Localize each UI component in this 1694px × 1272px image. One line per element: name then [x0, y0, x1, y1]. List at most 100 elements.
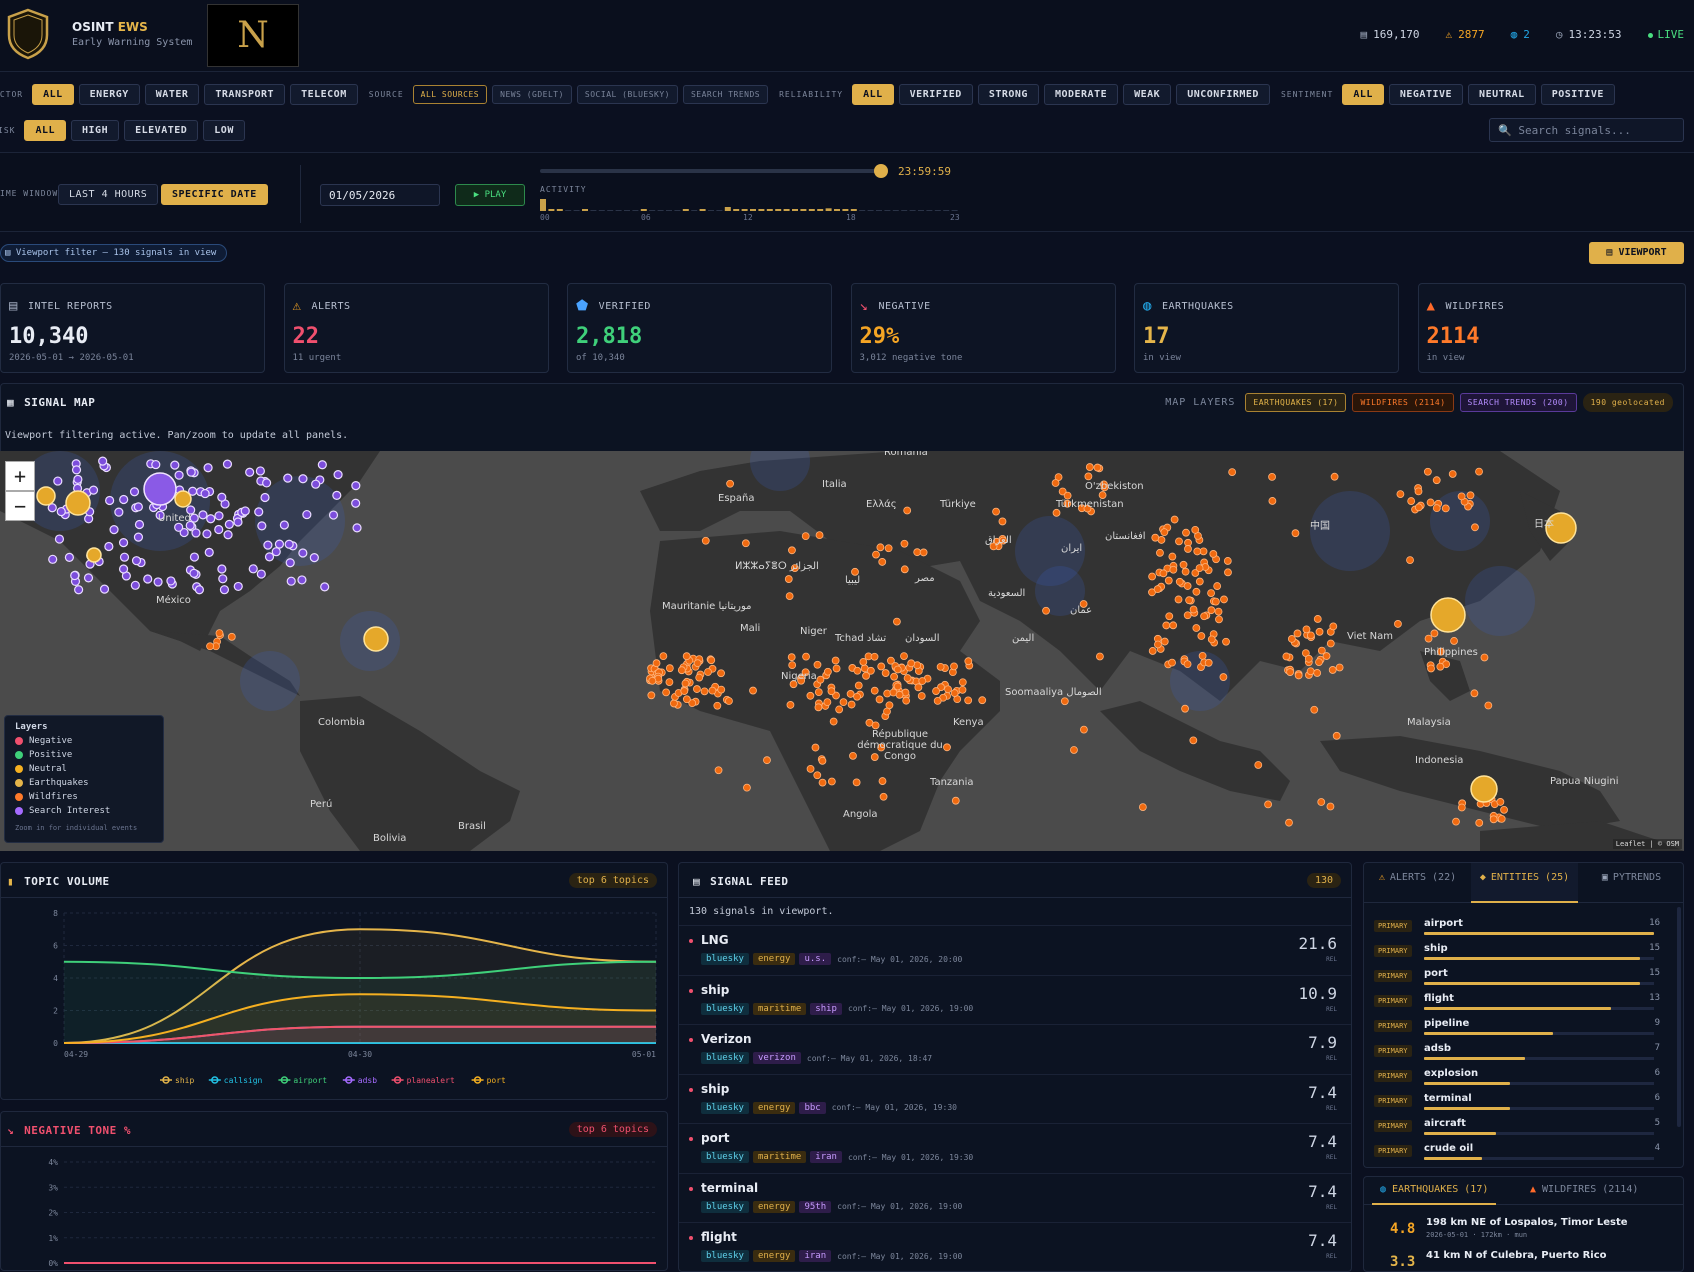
- feed-tag[interactable]: verizon: [752, 1052, 801, 1064]
- feed-tag[interactable]: energy: [752, 1250, 796, 1262]
- search-interest-marker: [200, 488, 210, 499]
- sentiment-positive-filter[interactable]: POSITIVE: [1540, 84, 1615, 105]
- side-tab-entities[interactable]: ◆ ENTITIES (25): [1471, 863, 1578, 903]
- feed-tag[interactable]: maritime: [752, 1151, 807, 1163]
- event-tab-earthquakes[interactable]: ◍ EARTHQUAKES (17): [1372, 1177, 1497, 1205]
- reliability-weak-filter[interactable]: WEAK: [1123, 84, 1172, 105]
- source-news-gdelt-filter[interactable]: NEWS (GDELT): [492, 85, 572, 104]
- side-tab-pytrends[interactable]: ▣ PYTRENDS: [1578, 863, 1683, 903]
- specific-date-button[interactable]: SPECIFIC DATE: [161, 184, 268, 205]
- sentiment-all-filter[interactable]: ALL: [1342, 84, 1384, 105]
- wildfire-marker: [1470, 689, 1479, 698]
- earthquake-row[interactable]: 3.3 41 km N of Culebra, Puerto Rico: [1364, 1246, 1683, 1271]
- feed-tag[interactable]: maritime: [752, 1002, 807, 1015]
- chart-legend-item[interactable]: airport: [278, 1076, 327, 1085]
- search-interest-marker: [131, 556, 142, 566]
- risk-low-filter[interactable]: LOW: [203, 120, 245, 141]
- feed-tag[interactable]: bluesky: [701, 1101, 749, 1114]
- entity-row[interactable]: PRIMARY crude oil 4: [1374, 1141, 1660, 1166]
- feed-tag[interactable]: energy: [752, 1101, 796, 1114]
- sector-energy-filter[interactable]: ENERGY: [78, 84, 140, 105]
- zoom-out-button[interactable]: −: [5, 491, 35, 521]
- entity-row[interactable]: PRIMARY pipeline 9: [1374, 1016, 1660, 1041]
- feed-tag[interactable]: iran: [810, 1151, 842, 1163]
- layer-search-trends-toggle[interactable]: SEARCH TRENDS (200): [1459, 393, 1577, 412]
- chart-legend-item[interactable]: port: [471, 1076, 506, 1085]
- sentiment-neutral-filter[interactable]: NEUTRAL: [1468, 84, 1536, 105]
- layer-earthquakes-toggle[interactable]: EARTHQUAKES (17): [1245, 393, 1347, 412]
- entity-row[interactable]: PRIMARY explosion 6: [1374, 1066, 1660, 1091]
- feed-item[interactable]: ship bluesky energy bbc conf:— May 01, 2026,…: [679, 1073, 1351, 1124]
- sector-water-filter[interactable]: WATER: [144, 84, 200, 105]
- feed-tag[interactable]: bbc: [799, 1101, 826, 1114]
- entity-row[interactable]: PRIMARY adsb 7: [1374, 1041, 1660, 1066]
- map-attribution[interactable]: Leaflet | © OSM: [1612, 839, 1682, 849]
- feed-tag[interactable]: bluesky: [701, 1250, 749, 1262]
- entity-row[interactable]: PRIMARY airport 16: [1374, 916, 1660, 941]
- side-tab-alerts[interactable]: ⚠ ALERTS (22): [1364, 863, 1471, 903]
- feed-tag[interactable]: bluesky: [701, 1151, 749, 1163]
- sentiment-negative-filter[interactable]: NEGATIVE: [1388, 84, 1464, 105]
- feed-tag[interactable]: energy: [752, 953, 796, 965]
- date-input[interactable]: 01/05/2026: [320, 184, 440, 206]
- entity-row[interactable]: PRIMARY port 15: [1374, 966, 1660, 991]
- feed-tag[interactable]: bluesky: [701, 1002, 749, 1015]
- time-slider[interactable]: [540, 164, 888, 178]
- entity-row[interactable]: PRIMARY flight 13: [1374, 991, 1660, 1016]
- sector-all-filter[interactable]: ALL: [32, 84, 74, 105]
- layer-wildfires-toggle[interactable]: WILDFIRES (2114): [1352, 393, 1454, 412]
- reliability-verified-filter[interactable]: VERIFIED: [898, 84, 973, 105]
- feed-tag[interactable]: bluesky: [701, 1200, 749, 1213]
- event-tab-wildfires[interactable]: ▲ WILDFIRES (2114): [1522, 1177, 1646, 1205]
- feed-item[interactable]: LNG bluesky energy u.s. conf:— May 01, 2026,…: [679, 925, 1351, 975]
- risk-all-filter[interactable]: ALL: [24, 120, 67, 141]
- feed-tag[interactable]: bluesky: [701, 953, 749, 965]
- zoom-in-button[interactable]: +: [5, 461, 35, 491]
- chart-legend-item[interactable]: ship: [160, 1076, 194, 1085]
- source-all-sources-filter[interactable]: ALL SOURCES: [412, 85, 488, 104]
- reliability-all-filter[interactable]: ALL: [852, 84, 894, 105]
- clock-icon: ◷: [1555, 28, 1563, 41]
- feed-item[interactable]: port bluesky maritime iran conf:— May 01, 20…: [679, 1123, 1351, 1173]
- last-4-hours-button[interactable]: LAST 4 HOURS: [58, 184, 159, 205]
- feed-item[interactable]: flight bluesky energy iran conf:— May 01, 20…: [679, 1222, 1351, 1271]
- map-canvas[interactable]: Romania España Italia Ελλάς Türkiye Türkmenis…: [0, 451, 1684, 851]
- feed-tag[interactable]: bluesky: [701, 1052, 749, 1064]
- entity-row[interactable]: PRIMARY aircraft 5: [1374, 1116, 1660, 1141]
- risk-high-filter[interactable]: HIGH: [71, 120, 120, 141]
- time-slider-knob[interactable]: [874, 164, 888, 178]
- source-social-bluesky-filter[interactable]: SOCIAL (BLUESKY): [576, 85, 678, 104]
- feed-item[interactable]: ship bluesky maritime ship conf:— May 01, 20…: [679, 974, 1351, 1025]
- reliability-moderate-filter[interactable]: MODERATE: [1043, 84, 1119, 105]
- feed-item[interactable]: Verizon bluesky verizon conf:— May 01, 2026…: [679, 1024, 1351, 1074]
- reliability-strong-filter[interactable]: STRONG: [977, 84, 1039, 105]
- feed-item[interactable]: terminal bluesky energy 95th conf:— May 01, …: [679, 1172, 1351, 1223]
- reliability-unconfirmed-filter[interactable]: UNCONFIRMED: [1176, 84, 1270, 105]
- feed-tag[interactable]: u.s.: [799, 953, 832, 965]
- viewport-button[interactable]: ▤ VIEWPORT: [1589, 242, 1684, 264]
- play-button[interactable]: ▶ PLAY: [455, 184, 525, 206]
- entity-row[interactable]: PRIMARY ship 15: [1374, 941, 1660, 966]
- entity-row[interactable]: PRIMARY terminal 6: [1374, 1091, 1660, 1116]
- feed-tag[interactable]: 95th: [799, 1200, 832, 1213]
- chart-legend-item[interactable]: callsign: [208, 1076, 263, 1085]
- risk-elevated-filter[interactable]: ELEVATED: [124, 120, 199, 141]
- search-input[interactable]: 🔍 Search signals...: [1489, 118, 1684, 142]
- source-search-trends-filter[interactable]: SEARCH TRENDS: [682, 85, 769, 104]
- feed-tag[interactable]: iran: [799, 1250, 832, 1262]
- kpi-card-wildfires[interactable]: ▲ WILDFIRES 2114 in view: [1417, 283, 1686, 373]
- kpi-card-intel-reports[interactable]: ▤ INTEL REPORTS 10,340 2026-05-01 → 2026-05…: [0, 283, 265, 373]
- kpi-card-verified[interactable]: ⬟ VERIFIED 2,818 of 10,340: [567, 283, 832, 373]
- chart-legend-item[interactable]: planealert: [391, 1076, 455, 1085]
- feed-tag[interactable]: ship: [810, 1002, 842, 1015]
- feed-tag[interactable]: energy: [752, 1200, 796, 1213]
- wildfire-marker: [1315, 627, 1324, 636]
- entities-scrollbar[interactable]: [1677, 907, 1681, 1127]
- kpi-card-negative[interactable]: ↘ NEGATIVE 29% 3,012 negative tone: [850, 283, 1116, 373]
- chart-legend-item[interactable]: adsb: [342, 1076, 377, 1085]
- sector-telecom-filter[interactable]: TELECOM: [290, 84, 358, 105]
- earthquake-row[interactable]: 4.8 198 km NE of Lospalos, Timor Leste 202…: [1364, 1213, 1683, 1245]
- kpi-card-alerts[interactable]: ⚠ ALERTS 22 11 urgent: [283, 283, 549, 373]
- kpi-card-earthquakes[interactable]: ◍ EARTHQUAKES 17 in view: [1134, 283, 1399, 373]
- sector-transport-filter[interactable]: TRANSPORT: [204, 84, 286, 105]
